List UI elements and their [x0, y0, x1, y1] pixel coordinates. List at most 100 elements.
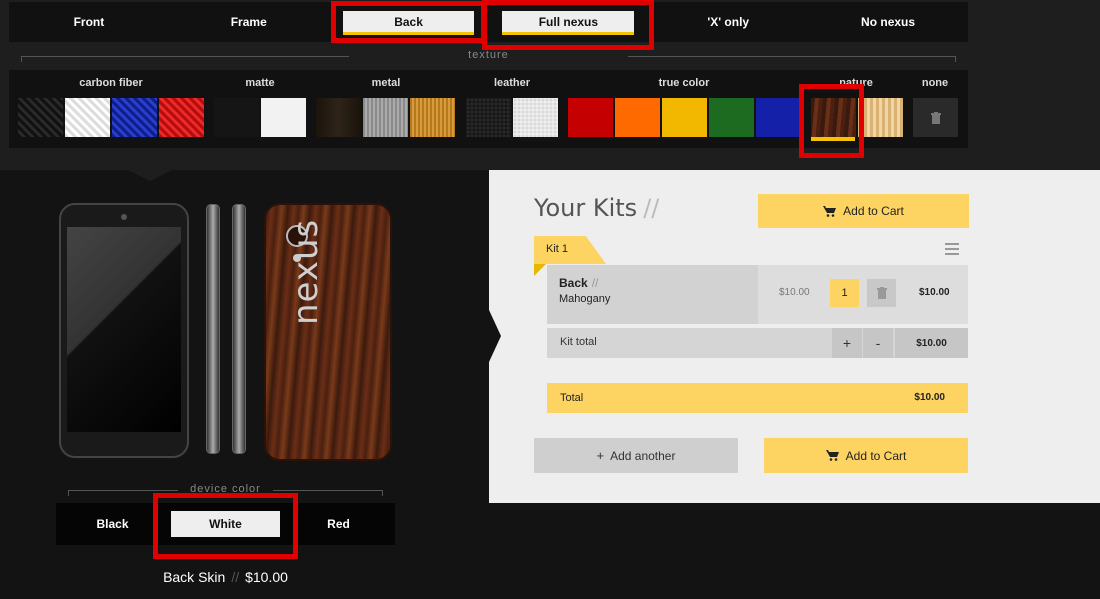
add-to-cart-label: Add to Cart	[843, 204, 904, 218]
add-to-cart-button[interactable]: Add to Cart	[758, 194, 969, 228]
device-color-black-label: Black	[96, 517, 129, 531]
item-name-text: Back	[559, 276, 588, 290]
swatch-matte-black[interactable]	[214, 98, 259, 137]
settings-sliders-icon[interactable]	[945, 243, 959, 255]
group-label-carbon-fiber: carbon fiber	[79, 77, 143, 89]
phone-front-view	[59, 203, 189, 458]
cart-icon	[825, 450, 839, 461]
tab-front[interactable]: Front	[9, 2, 169, 42]
group-label-nature: nature	[839, 77, 873, 89]
tab-frame-label: Frame	[230, 15, 267, 29]
kits-title-slashes: //	[643, 194, 660, 222]
phone-screen	[67, 227, 181, 432]
swatch-metal-silver[interactable]	[363, 98, 408, 137]
swatch-carbon-white[interactable]	[65, 98, 110, 137]
swatch-carbon-blue[interactable]	[112, 98, 157, 137]
nexus-logo: nexus	[286, 218, 326, 325]
placement-tabs: Front Frame Back Full nexus 'X' only No …	[9, 0, 968, 50]
phone-back-view: nexus	[264, 203, 392, 461]
product-name: Back Skin	[163, 569, 226, 585]
swatch-true-green[interactable]	[709, 98, 754, 137]
group-label-true-color: true color	[658, 77, 710, 89]
swatch-carbon-red[interactable]	[159, 98, 204, 137]
increase-kit-button[interactable]: +	[832, 328, 862, 358]
texture-panel: carbon fiber matte metal leather true co…	[9, 70, 968, 158]
swatch-true-red[interactable]	[568, 98, 613, 137]
add-another-label: Add another	[610, 448, 676, 463]
swatch-leather-white[interactable]	[513, 98, 558, 137]
tab-no-nexus[interactable]: No nexus	[808, 2, 968, 42]
swatch-metal-dark[interactable]	[316, 98, 361, 137]
your-kits-panel: Your Kits// Add to Cart Kit 1 Back// Mah…	[489, 170, 1100, 503]
device-color-black[interactable]: Black	[56, 503, 169, 545]
item-unit-price: $10.00	[779, 287, 810, 298]
item-material: Mahogany	[559, 293, 611, 305]
product-price-line: Back Skin // $10.00	[56, 569, 395, 585]
phone-side-view-right	[232, 204, 246, 454]
item-name: Back//	[559, 276, 746, 290]
swatch-matte-white[interactable]	[261, 98, 306, 137]
tab-x-only[interactable]: 'X' only	[648, 2, 808, 42]
item-line-total: $10.00	[919, 287, 950, 298]
kit-total-label: Kit total	[560, 336, 597, 348]
group-label-metal: metal	[371, 77, 401, 89]
swatch-true-yellow[interactable]	[662, 98, 707, 137]
tab-full-nexus[interactable]: Full nexus	[482, 0, 655, 50]
device-color-red-label: Red	[327, 517, 350, 531]
remove-item-button[interactable]	[867, 279, 896, 307]
add-to-cart-bottom-button[interactable]: Add to Cart	[764, 438, 968, 473]
swatch-nature-mahogany[interactable]	[811, 98, 856, 137]
texture-heading: texture	[21, 49, 956, 63]
group-label-matte: matte	[245, 77, 275, 89]
kit-item-row: Back// Mahogany $10.00 1 $10.00	[547, 265, 968, 324]
kit-total-value: $10.00	[895, 328, 968, 358]
item-name-cell: Back// Mahogany	[547, 265, 758, 324]
decrease-kit-button[interactable]: -	[863, 328, 893, 358]
item-quantity[interactable]: 1	[830, 279, 859, 307]
tab-back[interactable]: Back	[329, 1, 489, 43]
add-to-cart-bottom-label: Add to Cart	[845, 448, 907, 463]
total-row: Total $10.00	[547, 383, 968, 413]
device-color-red[interactable]: Red	[282, 503, 395, 545]
kits-panel-notch	[489, 310, 501, 362]
add-another-button[interactable]: + Add another	[534, 438, 738, 473]
separator: //	[231, 569, 240, 585]
trash-icon	[876, 287, 887, 299]
device-color-tabs: Black White Red	[56, 493, 395, 559]
swatch-leather-black[interactable]	[466, 98, 511, 137]
phone-preview: nexus	[55, 200, 395, 465]
tab-full-nexus-label: Full nexus	[538, 15, 599, 29]
item-name-slashes: //	[591, 276, 599, 290]
customizer-top-panel: Front Frame Back Full nexus 'X' only No …	[0, 0, 1100, 170]
selected-indicator	[811, 137, 855, 141]
tab-no-nexus-label: No nexus	[861, 15, 916, 29]
tab-frame[interactable]: Frame	[169, 2, 329, 42]
device-color-heading: device color	[68, 483, 383, 497]
swatch-true-blue[interactable]	[756, 98, 801, 137]
swatch-nature-maple[interactable]	[858, 98, 903, 137]
tab-front-label: Front	[73, 15, 105, 29]
kit-tag-fold	[534, 264, 546, 276]
swatch-carbon-black[interactable]	[18, 98, 63, 137]
plus-icon: +	[596, 448, 605, 463]
swatch-metal-gold[interactable]	[410, 98, 455, 137]
device-color-heading-label: device color	[190, 483, 261, 495]
cart-icon	[823, 205, 837, 217]
group-label-leather: leather	[493, 77, 531, 89]
swatch-none[interactable]	[913, 98, 958, 137]
tab-x-only-label: 'X' only	[707, 15, 750, 29]
total-label: Total	[560, 392, 584, 404]
front-camera-icon	[121, 214, 127, 220]
phone-side-view-left	[206, 204, 220, 454]
kit-tag[interactable]: Kit 1	[534, 236, 606, 264]
kits-title: Your Kits//	[534, 194, 659, 222]
product-price: $10.00	[245, 569, 288, 585]
group-label-none: none	[921, 77, 949, 89]
device-color-white[interactable]: White	[153, 493, 298, 559]
total-value: $10.00	[914, 392, 945, 403]
texture-heading-label: texture	[468, 49, 509, 61]
kits-title-text: Your Kits	[534, 194, 638, 222]
trash-icon	[930, 111, 941, 124]
panel-pointer	[128, 170, 172, 181]
swatch-true-orange[interactable]	[615, 98, 660, 137]
